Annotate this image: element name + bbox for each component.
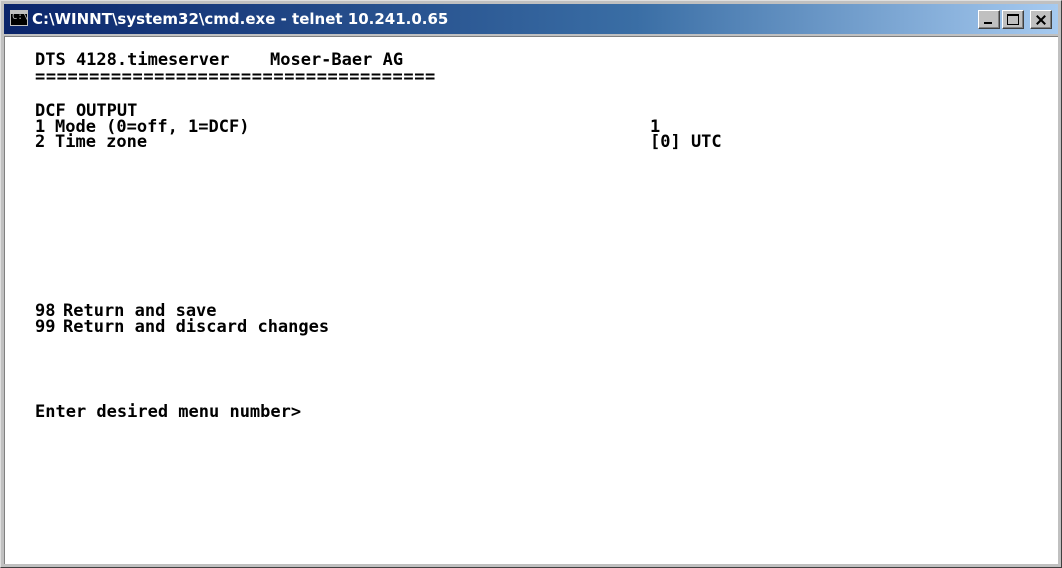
window-title: C:\WINNT\system32\cmd.exe - telnet 10.24… — [32, 10, 449, 28]
telnet-console-window: C:\ C:\WINNT\system32\cmd.exe - telnet 1… — [0, 0, 1062, 568]
setting-number-time-zone: 2 — [35, 132, 46, 152]
action-number-discard: 99 — [35, 317, 56, 337]
maximize-button[interactable] — [1002, 10, 1024, 29]
title-bar[interactable]: C:\ C:\WINNT\system32\cmd.exe - telnet 1… — [4, 4, 1058, 34]
menu-prompt[interactable]: Enter desired menu number> — [35, 404, 301, 421]
action-label-discard: Return and discard changes — [63, 317, 330, 337]
header-separator: ===================================== — [35, 67, 436, 87]
close-button[interactable] — [1030, 10, 1052, 29]
terminal-output[interactable]: DTS 4128.timeserver Moser-Baer AG ======… — [4, 36, 1058, 564]
minimize-button[interactable] — [978, 10, 1000, 29]
cmd-console-icon[interactable]: C:\ — [10, 10, 28, 26]
setting-value-time-zone: [0] UTC — [650, 132, 722, 152]
setting-label-time-zone: Time zone — [55, 132, 148, 152]
